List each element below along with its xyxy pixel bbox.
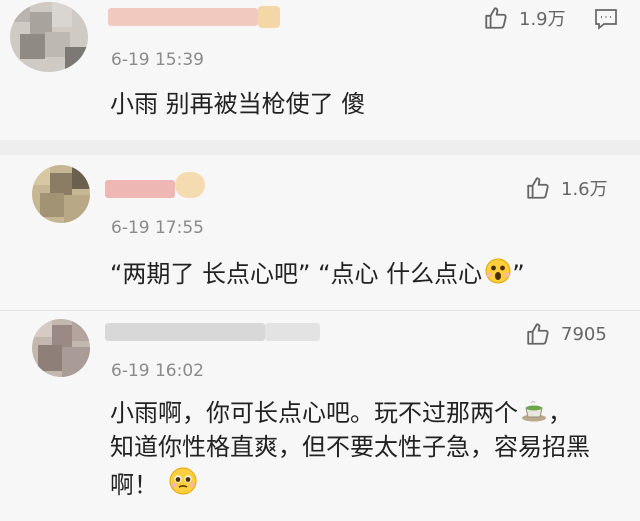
like-button[interactable]: 1.6万 [525,175,608,201]
blurred-username-extra [265,323,320,341]
comment-text-part: “两期了 长点心吧” “点心 什么点心 [110,260,483,288]
comment-text-line-1: 小雨啊，你可长点心吧。玩不过那两个 ， [110,396,572,434]
like-button[interactable]: 7905 [525,321,607,347]
comment-card-2: 6-19 17:55 1.6万 “两期了 长点心吧” “点心 什么点心 ” [0,155,640,310]
avatar[interactable] [32,319,90,377]
comment-text-part: ” [512,260,525,288]
pleading-face-icon [168,466,198,506]
thumbs-up-icon [525,175,551,201]
comment-text: 小雨 别再被当枪使了 傻 [110,90,366,118]
comment-text: “两期了 长点心吧” “点心 什么点心 ” [110,257,525,295]
blurred-username[interactable] [108,8,258,26]
avatar[interactable] [10,2,88,72]
thumbs-up-icon [525,321,551,347]
comment-card-1: 6-19 15:39 1.9万 小雨 别再被当枪使了 傻 [0,0,640,140]
comment-card-3: 6-19 16:02 7905 小雨啊，你可长点心吧。玩不过那两个 ， 知道你性 [0,310,640,521]
like-count: 7905 [561,323,607,345]
blurred-username[interactable] [105,323,265,341]
comment-time: 6-19 17:55 [111,218,204,238]
comment-time: 6-19 16:02 [111,361,204,381]
comment-icon[interactable] [593,7,619,35]
like-button[interactable]: 1.9万 [483,5,566,31]
avatar[interactable] [32,165,90,223]
comment-time: 6-19 15:39 [111,50,204,70]
comment-text-part: 啊！ [110,471,158,499]
shocked-face-icon [484,257,512,295]
comment-text-part: ， [548,399,572,427]
user-badge-icon [175,172,205,198]
like-count: 1.6万 [561,179,608,200]
comments-feed: 6-19 15:39 1.9万 小雨 别再被当枪使了 傻 6-19 17:55 … [0,0,640,521]
thumbs-up-icon [483,5,509,31]
comment-text-line-2: 知道你性格直爽，但不要太性子急，容易招黑 [110,433,590,461]
like-count: 1.9万 [519,9,566,30]
comment-text-line-3: 啊！ [110,466,198,506]
tea-cup-icon [520,396,548,434]
comment-text-part: 小雨啊，你可长点心吧。玩不过那两个 [110,399,518,427]
blurred-username[interactable] [105,180,175,198]
user-badge-icon [258,6,280,28]
